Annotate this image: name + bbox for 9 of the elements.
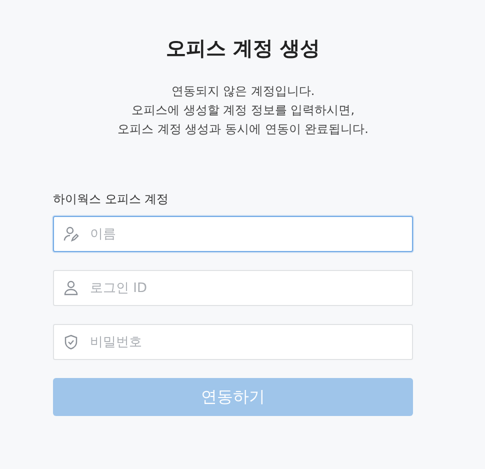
description-text: 연동되지 않은 계정입니다.	[171, 83, 315, 100]
input-field[interactable]: 이름	[53, 216, 413, 252]
section-label: 하이웍스 오피스 계정	[53, 191, 169, 207]
shield-check-icon	[63, 334, 79, 350]
description-text: 오피스 계정 생성과 동시에 연동이 완료됩니다.	[118, 121, 368, 138]
page-title: 오피스 계정 생성	[165, 35, 321, 62]
user-icon	[63, 280, 79, 296]
user-edit-icon	[63, 226, 79, 242]
description-text: 오피스에 생성할 계정 정보를 입력하시면,	[131, 102, 355, 119]
